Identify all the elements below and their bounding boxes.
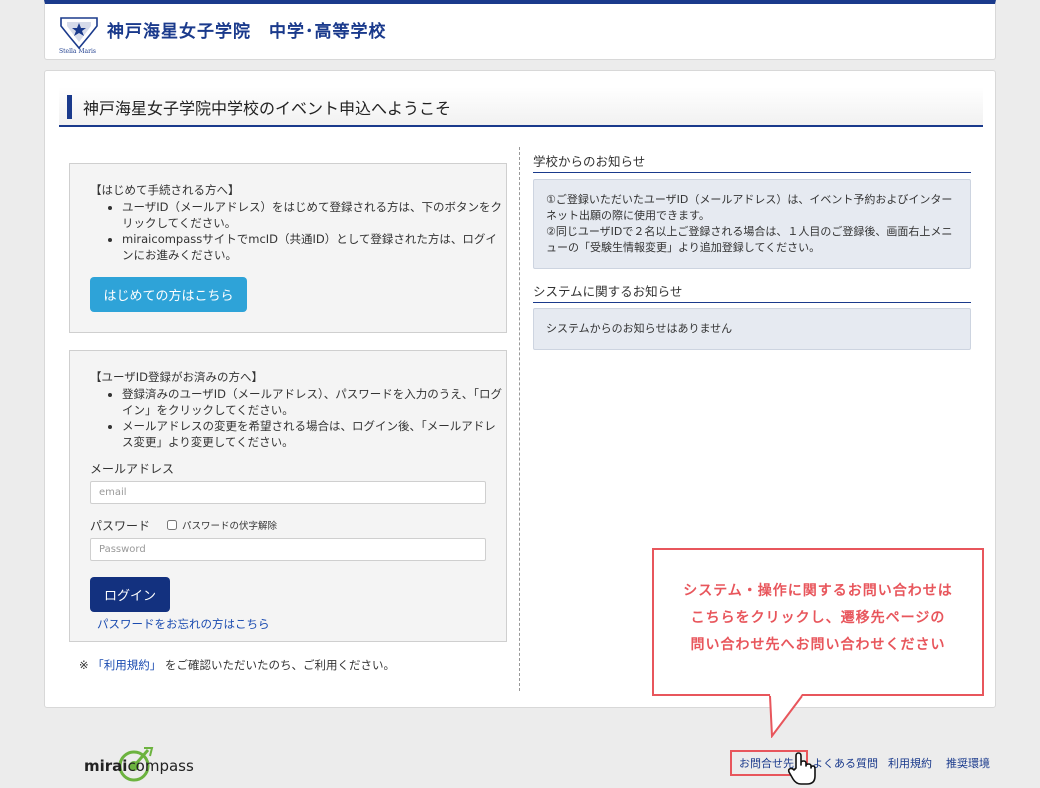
school-notice-line: ②同じユーザIDで２名以上ご登録される場合は、１人目のご登録後、画面右上メニュー…: [546, 225, 953, 254]
footer-link-terms[interactable]: 利用規約: [888, 755, 932, 771]
brand-bold: mirai: [84, 757, 128, 775]
school-name[interactable]: 神戸海星女子学院 中学･高等学校: [107, 17, 387, 42]
title-accent-bar: [67, 95, 72, 119]
system-notice-heading: システムに関するお知らせ: [533, 281, 971, 303]
registered-heading: 【ユーザID登録がお済みの方へ】: [90, 370, 264, 384]
password-input[interactable]: [90, 538, 486, 561]
first-time-heading: 【はじめて手続される方へ】: [90, 183, 240, 197]
callout-tail: [769, 694, 803, 738]
show-password-checkbox[interactable]: [167, 520, 177, 530]
terms-link[interactable]: 「利用規約」: [92, 658, 161, 672]
school-notice-box: ①ご登録いただいたユーザID（メールアドレス）は、イベント予約およびインターネッ…: [533, 179, 971, 269]
column-divider: [519, 147, 520, 691]
terms-prefix: ※: [79, 658, 89, 672]
terms-note: ※ 「利用規約」 をご確認いただいたのち、ご利用ください。: [79, 657, 395, 673]
callout-line: システム・操作に関するお問い合わせは: [683, 583, 953, 599]
instruction-item: 登録済みのユーザID（メールアドレス）、パスワードを入力のうえ、「ログイン」をク…: [122, 386, 502, 418]
contact-callout: システム・操作に関するお問い合わせは こちらをクリックし、遷移先ページの 問い合…: [652, 548, 984, 696]
system-notice-box: システムからのお知らせはありません: [533, 308, 971, 350]
school-notice-heading: 学校からのお知らせ: [533, 151, 971, 173]
callout-text: システム・操作に関するお問い合わせは こちらをクリックし、遷移先ページの 問い合…: [654, 578, 982, 659]
terms-suffix: をご確認いただいたのち、ご利用ください。: [164, 658, 395, 672]
email-input[interactable]: [90, 481, 486, 504]
login-instructions: 登録済みのユーザID（メールアドレス）、パスワードを入力のうえ、「ログイン」をク…: [106, 386, 502, 450]
footer-link-contact[interactable]: お問合せ先: [739, 755, 794, 771]
pointer-hand-icon: [787, 752, 816, 785]
instruction-item: メールアドレスの変更を希望される場合は、ログイン後、「メールアドレス変更」より変…: [122, 418, 502, 450]
footer-link-environment[interactable]: 推奨環境: [946, 755, 990, 771]
first-time-instructions: ユーザID（メールアドレス）をはじめて登録される方は、下のボタンをクリックしてく…: [106, 199, 502, 263]
brand-light: compass: [127, 757, 194, 775]
password-label: パスワード: [90, 519, 151, 533]
footer-link-faq[interactable]: よくある質問: [812, 755, 878, 771]
school-notice-line: ①ご登録いただいたユーザID（メールアドレス）は、イベント予約およびインターネッ…: [546, 193, 953, 222]
first-time-button[interactable]: はじめての方はこちら: [90, 277, 247, 312]
footer-brand: miraicompass: [84, 757, 194, 775]
callout-line: こちらをクリックし、遷移先ページの: [690, 610, 946, 626]
first-time-panel: 【はじめて手続される方へ】 ユーザID（メールアドレス）をはじめて登録される方は…: [69, 163, 507, 333]
page-title-bar: 神戸海星女子学院中学校のイベント申込へようこそ: [59, 87, 983, 127]
show-password-label[interactable]: パスワードの伏字解除: [182, 518, 277, 532]
instruction-item: ユーザID（メールアドレス）をはじめて登録される方は、下のボタンをクリックしてく…: [122, 199, 502, 231]
forgot-password-link[interactable]: パスワードをお忘れの方はこちら: [97, 616, 270, 632]
login-panel: 【ユーザID登録がお済みの方へ】 登録済みのユーザID（メールアドレス）、パスワ…: [69, 350, 507, 642]
system-notice-text: システムからのお知らせはありません: [546, 322, 733, 335]
site-header: Stella Maris 神戸海星女子学院 中学･高等学校: [44, 0, 996, 60]
login-button[interactable]: ログイン: [90, 577, 170, 612]
page-title: 神戸海星女子学院中学校のイベント申込へようこそ: [83, 99, 452, 118]
logo-caption: Stella Maris: [59, 48, 96, 55]
callout-line: 問い合わせ先へお問い合わせください: [690, 637, 946, 653]
email-label: メールアドレス: [90, 462, 175, 476]
instruction-item: miraicompassサイトでmcID（共通ID）として登録された方は、ログイ…: [122, 231, 502, 263]
